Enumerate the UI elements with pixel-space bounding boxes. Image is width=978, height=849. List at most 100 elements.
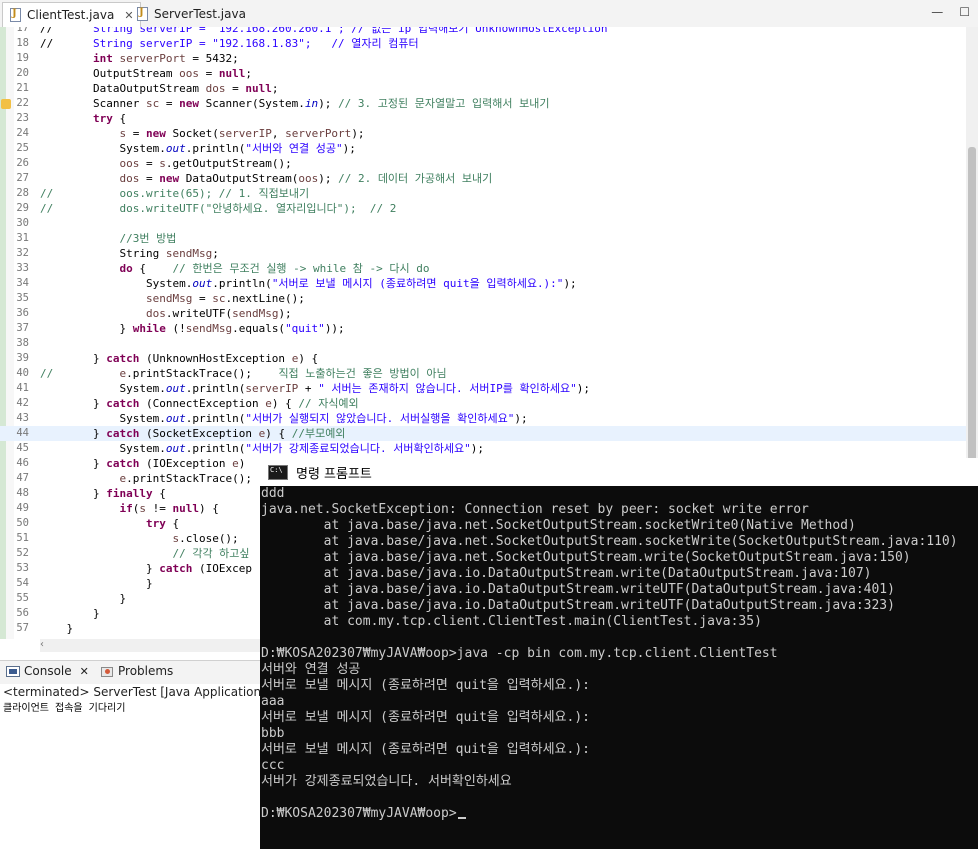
code-text[interactable]: try {: [40, 111, 126, 126]
code-line[interactable]: 41 System.out.println(serverIP + " 서버는 존…: [0, 381, 966, 396]
code-text[interactable]: } catch (IOException e): [40, 456, 245, 471]
code-line[interactable]: 31 //3번 방법: [0, 231, 966, 246]
code-text[interactable]: //3번 방법: [40, 231, 176, 246]
terminal-line: 서버가 강제종료되었습니다. 서버확인하세요: [261, 774, 512, 789]
terminal-line: D:₩KOSA202307₩myJAVA₩oop>java -cp bin co…: [261, 646, 778, 661]
tab-console[interactable]: Console ✕: [6, 664, 89, 678]
code-text[interactable]: } catch (SocketException e) { //부모예외: [40, 426, 345, 441]
tab-clienttest-java[interactable]: J ClientTest.java ✕: [2, 2, 141, 27]
code-text[interactable]: }: [40, 606, 100, 621]
code-line[interactable]: 39 } catch (UnknownHostException e) {: [0, 351, 966, 366]
code-text[interactable]: System.out.println("서버로 보낼 메시지 (종료하려면 qu…: [40, 276, 577, 291]
code-line[interactable]: 30: [0, 216, 966, 231]
code-text[interactable]: sendMsg = sc.nextLine();: [40, 291, 305, 306]
code-text[interactable]: try {: [40, 516, 179, 531]
code-line[interactable]: 19 int serverPort = 5432;: [0, 51, 966, 66]
code-text[interactable]: System.out.println("서버가 실행되지 않았습니다. 서버실행…: [40, 411, 527, 426]
code-text[interactable]: OutputStream oos = null;: [40, 66, 252, 81]
code-text[interactable]: System.out.println("서버와 연결 성공");: [40, 141, 355, 156]
code-line[interactable]: 23 try {: [0, 111, 966, 126]
maximize-icon[interactable]: ☐: [959, 5, 970, 19]
code-line[interactable]: 37 } while (!sendMsg.equals("quit"));: [0, 321, 966, 336]
code-text[interactable]: if(s != null) {: [40, 501, 218, 516]
terminal-line: ddd: [261, 486, 285, 501]
code-text[interactable]: System.out.println("서버가 강제종료되었습니다. 서버확인하…: [40, 441, 484, 456]
code-text[interactable]: dos = new DataOutputStream(oos); // 2. 데…: [40, 171, 492, 186]
window-titlebar[interactable]: 명령 프롬프트: [260, 458, 978, 487]
code-line[interactable]: 35 sendMsg = sc.nextLine();: [0, 291, 966, 306]
code-text[interactable]: // 각각 하고싶: [40, 546, 249, 561]
terminal-line: D:₩KOSA202307₩myJAVA₩oop>: [260, 806, 978, 822]
code-text[interactable]: dos.writeUTF(sendMsg);: [40, 306, 292, 321]
code-line[interactable]: 32 String sendMsg;: [0, 246, 966, 261]
terminal-output[interactable]: ddd java.net.SocketException: Connection …: [260, 486, 978, 849]
code-line[interactable]: 25 System.out.println("서버와 연결 성공");: [0, 141, 966, 156]
code-text[interactable]: Scanner sc = new Scanner(System.in); // …: [40, 96, 550, 111]
scroll-left-icon[interactable]: ‹: [40, 639, 44, 650]
code-text[interactable]: // dos.writeUTF("안녕하세요. 열자리입니다"); // 2: [40, 201, 396, 216]
code-line[interactable]: 27 dos = new DataOutputStream(oos); // 2…: [0, 171, 966, 186]
code-line[interactable]: 40 // e.printStackTrace(); 직접 노출하는건 좋은 방법…: [0, 366, 966, 381]
code-line[interactable]: 17 // String serverIP = "192.168.260.260.…: [0, 27, 966, 36]
code-text[interactable]: // String serverIP = "192.168.1.83"; // …: [40, 36, 419, 51]
terminal-line: aaa: [261, 694, 285, 709]
code-line[interactable]: 20 OutputStream oos = null;: [0, 66, 966, 81]
code-line[interactable]: 36 dos.writeUTF(sendMsg);: [0, 306, 966, 321]
code-text[interactable]: DataOutputStream dos = null;: [40, 81, 278, 96]
line-number: 37: [16, 322, 29, 334]
code-text[interactable]: } catch (IOExcep: [40, 561, 252, 576]
terminal-line: java.net.SocketException: Connection res…: [261, 502, 809, 517]
code-text[interactable]: s = new Socket(serverIP, serverPort);: [40, 126, 364, 141]
code-line[interactable]: 45 System.out.println("서버가 강제종료되었습니다. 서버…: [0, 441, 966, 456]
code-text[interactable]: oos = s.getOutputStream();: [40, 156, 291, 171]
line-number: 29: [16, 202, 29, 214]
line-number: 24: [16, 127, 29, 139]
code-line[interactable]: 21 DataOutputStream dos = null;: [0, 81, 966, 96]
code-line[interactable]: 38: [0, 336, 966, 351]
tab-servertest-java[interactable]: J ServerTest.java: [130, 2, 252, 26]
code-text[interactable]: String sendMsg;: [40, 246, 218, 261]
code-text[interactable]: }: [40, 591, 126, 606]
code-line[interactable]: 29 // dos.writeUTF("안녕하세요. 열자리입니다"); // 2: [0, 201, 966, 216]
code-text[interactable]: // e.printStackTrace(); 직접 노출하는건 좋은 방법이 …: [40, 366, 447, 381]
code-text[interactable]: int serverPort = 5432;: [40, 51, 239, 66]
line-number: 22: [16, 97, 29, 109]
code-text[interactable]: do { // 한번은 무조건 실행 -> while 참 -> 다시 do: [40, 261, 429, 276]
command-prompt-window[interactable]: 명령 프롬프트 dddjava.net.SocketException: Con…: [260, 458, 978, 849]
code-line[interactable]: 44 } catch (SocketException e) { //부모예외: [0, 426, 966, 441]
java-file-icon: J: [136, 7, 150, 21]
code-line[interactable]: 26 oos = s.getOutputStream();: [0, 156, 966, 171]
code-text[interactable]: }: [40, 576, 153, 591]
code-line[interactable]: 42 } catch (ConnectException e) { // 자식예…: [0, 396, 966, 411]
code-text[interactable]: } catch (ConnectException e) { // 자식예외: [40, 396, 359, 411]
code-text[interactable]: }: [40, 621, 73, 636]
code-line[interactable]: 18 // String serverIP = "192.168.1.83"; /…: [0, 36, 966, 51]
code-text[interactable]: e.printStackTrace();: [40, 471, 251, 486]
code-line[interactable]: 24 s = new Socket(serverIP, serverPort);: [0, 126, 966, 141]
scrollbar-thumb[interactable]: [968, 147, 976, 497]
code-text[interactable]: } finally {: [40, 486, 166, 501]
line-number: 21: [16, 82, 29, 94]
terminal-line: at java.base/java.io.DataOutputStream.wr…: [261, 582, 895, 597]
tab-problems[interactable]: Problems: [100, 664, 173, 678]
code-line[interactable]: 22 Scanner sc = new Scanner(System.in); …: [0, 96, 966, 111]
code-line[interactable]: 33 do { // 한번은 무조건 실행 -> while 참 -> 다시 d…: [0, 261, 966, 276]
editor-window-controls: — ☐: [931, 5, 970, 19]
code-text[interactable]: // String serverIP = "192.168.260.260.1"…: [40, 27, 608, 36]
text-cursor: [457, 817, 466, 819]
code-text[interactable]: } catch (UnknownHostException e) {: [40, 351, 318, 366]
line-number: 35: [16, 292, 29, 304]
line-number: 45: [16, 442, 29, 454]
terminal-line: 서버로 보낼 메시지 (종료하려면 quit을 입력하세요.):: [261, 742, 590, 757]
code-text[interactable]: s.close();: [40, 531, 238, 546]
code-line[interactable]: 34 System.out.println("서버로 보낼 메시지 (종료하려면…: [0, 276, 966, 291]
line-number: 40: [16, 367, 29, 379]
minimize-icon[interactable]: —: [931, 5, 943, 19]
close-icon[interactable]: ✕: [80, 665, 89, 678]
code-line[interactable]: 43 System.out.println("서버가 실행되지 않았습니다. 서…: [0, 411, 966, 426]
code-text[interactable]: System.out.println(serverIP + " 서버는 존재하지…: [40, 381, 589, 396]
code-text[interactable]: } while (!sendMsg.equals("quit"));: [40, 321, 344, 336]
code-text[interactable]: // oos.write(65); // 1. 직접보내기: [40, 186, 309, 201]
code-line[interactable]: 28 // oos.write(65); // 1. 직접보내기: [0, 186, 966, 201]
line-number: 43: [16, 412, 29, 424]
